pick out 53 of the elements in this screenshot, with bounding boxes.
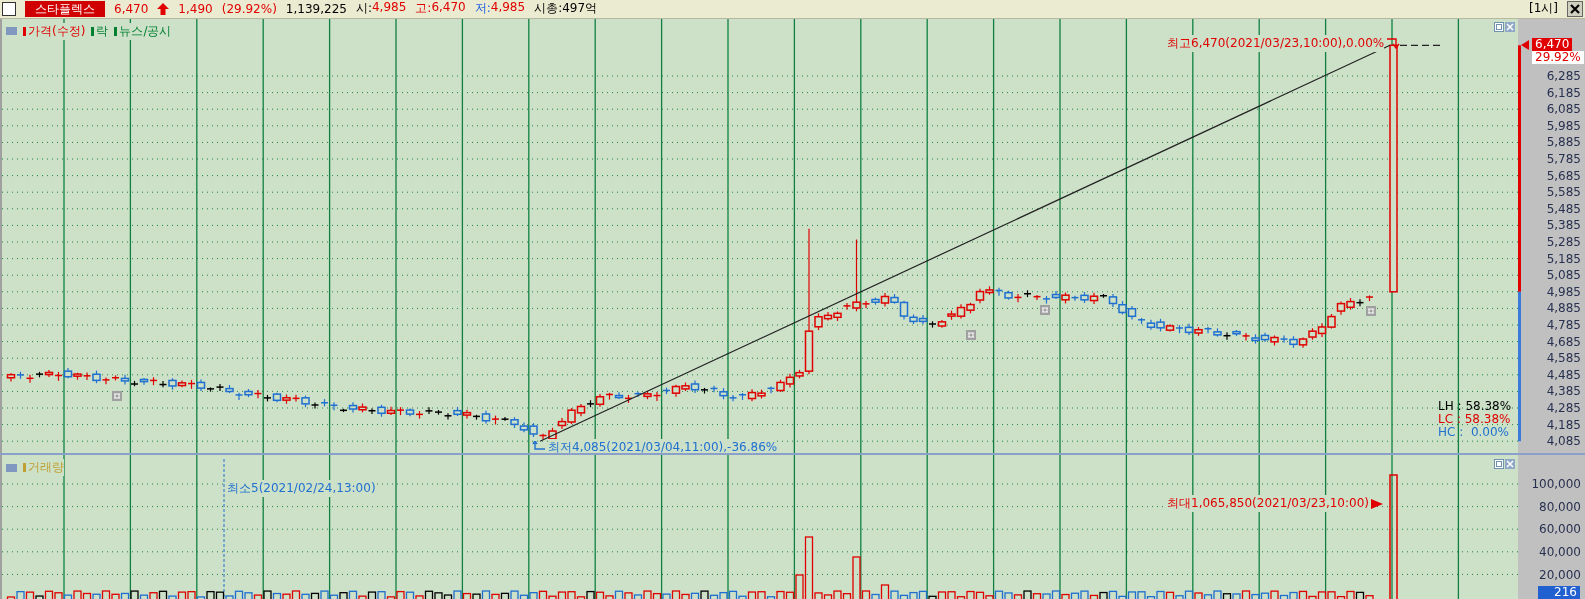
current-price-tag: 6,470	[1532, 38, 1573, 52]
axis-label: 4,185	[1546, 418, 1581, 431]
low-label: 저:	[474, 0, 491, 18]
open-price: 4,985	[371, 0, 407, 17]
current-price: 6,470	[114, 2, 149, 16]
axis-label: 5,185	[1546, 252, 1581, 265]
axis-label: 6,085	[1546, 103, 1581, 116]
axis-label: 5,885	[1546, 136, 1581, 149]
axis-label: 4,685	[1546, 335, 1581, 348]
axis-label: 4,885	[1546, 302, 1581, 315]
low-annotation: 최저4,085(2021/03/04,11:00),-36.86%	[548, 438, 778, 454]
axis-label: 60,000	[1539, 523, 1581, 536]
axis-label: 4,285	[1546, 401, 1581, 414]
high-annotation: 최고6,470(2021/03/23,10:00),0.00%	[1167, 34, 1385, 52]
stat-value: HC : 0.00%	[1438, 424, 1509, 439]
interval-label[interactable]: [1시]	[1529, 0, 1558, 18]
axis-label: 5,085	[1546, 269, 1581, 282]
axis-label: 4,985	[1546, 285, 1581, 298]
trade-volume: 1,139,225	[285, 2, 347, 16]
axis-label: 5,685	[1546, 169, 1581, 182]
axis-label: 5,485	[1546, 202, 1581, 215]
legend-item[interactable]: 가격(수정)	[23, 22, 86, 40]
axis-label: 4,585	[1546, 352, 1581, 365]
stock-name-label: 스타플렉스	[25, 1, 105, 17]
axis-label: 6,185	[1546, 86, 1581, 99]
stat-value: LC : 58.38%	[1438, 411, 1511, 426]
open-label: 시:	[355, 0, 372, 18]
axis-label: 4,485	[1546, 368, 1581, 381]
axis-label: 4,085	[1546, 435, 1581, 448]
axis-label: 40,000	[1539, 546, 1581, 559]
change-rate-tag: 29.92%	[1532, 51, 1584, 65]
high-price: 6,470	[431, 0, 466, 17]
axis-label: 5,985	[1546, 119, 1581, 132]
change-rate: (29.92%)	[221, 2, 277, 16]
legend-item[interactable]: 뉴스/공시	[114, 22, 172, 40]
min-volume-annotation: 최소5(2021/02/24,13:00)	[227, 480, 376, 498]
current-volume-tag: 216	[1538, 586, 1580, 599]
axis-label: 4,385	[1546, 385, 1581, 398]
axis-label: 5,285	[1546, 235, 1581, 248]
axis-label: 100,000	[1531, 478, 1581, 491]
max-volume-annotation: 최대1,065,850(2021/03/23,10:00)	[1167, 495, 1369, 513]
axis-label: 5,785	[1546, 152, 1581, 165]
low-price: 4,985	[490, 0, 526, 17]
axis-label: 20,000	[1539, 568, 1581, 581]
axis-label: 5,385	[1546, 219, 1581, 232]
market-cap: 시총:497억	[534, 0, 598, 18]
axis-label: 6,285	[1546, 69, 1581, 82]
high-label: 고:	[415, 0, 432, 18]
stat-value: LH : 58.38%	[1438, 398, 1512, 413]
axis-label: 80,000	[1539, 500, 1581, 513]
axis-label: 4,785	[1546, 318, 1581, 331]
axis-label: 5,585	[1546, 186, 1581, 199]
price-change: 1,490	[178, 2, 213, 16]
